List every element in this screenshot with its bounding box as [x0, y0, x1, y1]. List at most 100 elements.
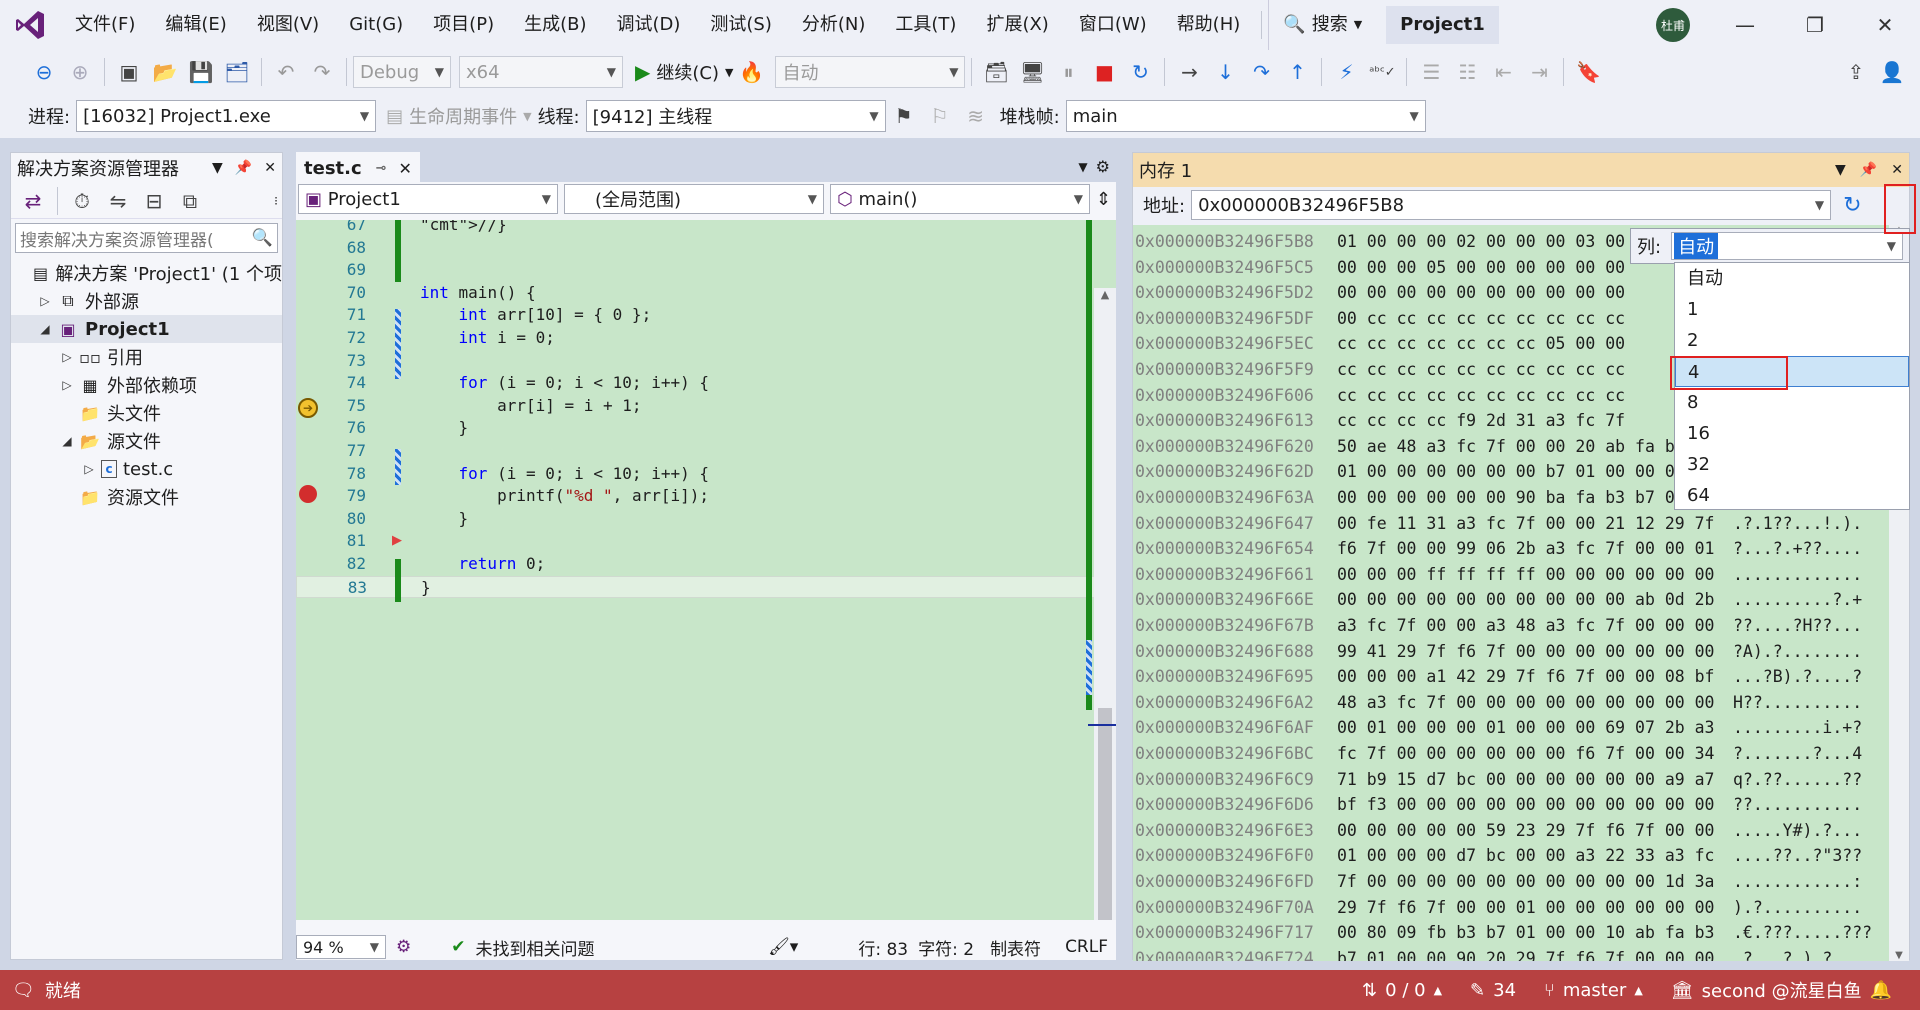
char-indicator[interactable]: 字符: 2	[918, 935, 974, 960]
memory-row[interactable]: 0x000000B32496F6E3 00 00 00 00 00 59 23 2…	[1135, 818, 1895, 844]
memory-row[interactable]: 0x000000B32496F724 b7 01 00 00 90 20 29 7…	[1135, 946, 1895, 961]
code-line[interactable]: 76 }	[296, 417, 1096, 440]
pause-icon[interactable]: ⏸	[1052, 56, 1084, 88]
tree-item[interactable]: ▷ ▦ 外部依赖项	[11, 371, 282, 399]
redo-icon[interactable]: ↷	[306, 56, 338, 88]
breakpoint-icon[interactable]	[299, 485, 317, 503]
scope-dropdown[interactable]: (全局范围) ▼	[564, 184, 824, 214]
menu-item[interactable]: 调试(D)	[602, 0, 696, 50]
save-all-icon[interactable]: 🗂	[221, 56, 253, 88]
column-option[interactable]: 32	[1675, 449, 1909, 480]
layout-icon[interactable]: 🖥	[1016, 56, 1048, 88]
code-line[interactable]: 69	[296, 259, 1096, 282]
eol-indicator[interactable]: CRLF	[1065, 937, 1108, 957]
menu-item[interactable]: 窗口(W)	[1064, 0, 1162, 50]
step-into-icon[interactable]: ↓	[1209, 56, 1241, 88]
forward-icon[interactable]: ⊕	[64, 56, 96, 88]
flag-icon[interactable]: ⚑	[888, 100, 920, 132]
stop-icon[interactable]: ■	[1088, 56, 1120, 88]
column-option[interactable]: 16	[1675, 418, 1909, 449]
menu-item[interactable]: 生成(B)	[509, 0, 601, 50]
tree-item[interactable]: ◢ ▣ Project1	[11, 315, 282, 343]
expander-icon[interactable]: ▷	[37, 294, 53, 308]
back-icon[interactable]: ⊖	[28, 56, 60, 88]
auto-dropdown[interactable]: 自动 ▼	[775, 56, 966, 88]
code-line[interactable]: 78 for (i = 0; i < 10; i++) {	[296, 463, 1096, 486]
close-icon[interactable]: ✕	[399, 159, 412, 178]
code-line[interactable]: 70 int main() {	[296, 282, 1096, 305]
code-line[interactable]: 81	[296, 530, 1096, 553]
code-line[interactable]: 75 arr[i] = i + 1;	[296, 395, 1096, 418]
flag-threads-icon[interactable]: ⚐	[924, 100, 956, 132]
memory-row[interactable]: 0x000000B32496F654 f6 7f 00 00 99 06 2b a…	[1135, 536, 1895, 562]
zoom-dropdown[interactable]: 94 % ▼	[296, 935, 386, 959]
memory-row[interactable]: 0x000000B32496F66E 00 00 00 00 00 00 00 0…	[1135, 587, 1895, 613]
line-indicator[interactable]: 行: 83	[858, 935, 908, 960]
minimize-icon[interactable]: —	[1710, 13, 1780, 37]
uncomment-icon[interactable]: ☷	[1451, 56, 1483, 88]
expander-icon[interactable]: ▷	[59, 350, 75, 364]
run-to-click-icon[interactable]: ▶	[392, 533, 402, 548]
code-line[interactable]: 83}	[296, 575, 1096, 599]
comment-icon[interactable]: ☰	[1415, 56, 1447, 88]
search-button[interactable]: 🔍 搜索 ▼	[1268, 0, 1376, 50]
memory-row[interactable]: 0x000000B32496F70A 29 7f f6 7f 00 00 01 0…	[1135, 895, 1895, 921]
memory-row[interactable]: 0x000000B32496F67B a3 fc 7f 00 00 a3 48 a…	[1135, 613, 1895, 639]
tree-item[interactable]: ▷ ▫▫ 引用	[11, 343, 282, 371]
configuration-dropdown[interactable]: Debug ▼	[353, 56, 451, 88]
restore-icon[interactable]: ❐	[1780, 13, 1850, 37]
tree-item[interactable]: 📁 资源文件	[11, 483, 282, 511]
pin-icon[interactable]: 📌	[235, 160, 252, 176]
cleanup-icon[interactable]: 🖌▾	[768, 937, 798, 957]
diagnostics-icon[interactable]: ⚡	[1330, 56, 1362, 88]
new-project-icon[interactable]: ▣	[113, 56, 145, 88]
split-icon[interactable]: ⇕	[1096, 189, 1111, 210]
show-all-files-icon[interactable]: ⧉	[174, 185, 206, 217]
code-area[interactable]: 67 "cmt">//} 68 69 70 int main() {71 int arr[…	[296, 220, 1116, 920]
show-threads-icon[interactable]: ≋	[960, 100, 992, 132]
memory-row[interactable]: 0x000000B32496F6A2 48 a3 fc 7f 00 00 00 0…	[1135, 690, 1895, 716]
repository-button[interactable]: 🏛 second @流星白鱼 🔔	[1671, 977, 1892, 1003]
column-option[interactable]: 1	[1675, 294, 1909, 325]
column-option[interactable]: 2	[1675, 325, 1909, 356]
lifecycle-events-button[interactable]: 生命周期事件	[409, 103, 517, 129]
menu-item[interactable]: 扩展(X)	[971, 0, 1063, 50]
columns-dropdown[interactable]: 自动 ▼	[1671, 232, 1903, 260]
solution-search-input[interactable]: 搜索解决方案资源管理器( 🔍	[15, 223, 278, 253]
pin-icon[interactable]: 📌	[1860, 162, 1877, 178]
menu-item[interactable]: Git(G)	[334, 0, 418, 50]
memory-row[interactable]: 0x000000B32496F6C9 71 b9 15 d7 bc 00 00 0…	[1135, 767, 1895, 793]
collapse-all-icon[interactable]: ⊟	[138, 185, 170, 217]
spell-check-icon[interactable]: ᵃᵇᶜ✓	[1366, 56, 1398, 88]
scroll-thumb[interactable]	[1098, 708, 1112, 920]
step-out-icon[interactable]: ↑	[1281, 56, 1313, 88]
tree-item[interactable]: ▷ ⧉ 外部源	[11, 287, 282, 315]
feedback-icon[interactable]: 👤	[1876, 56, 1908, 88]
indent-indicator[interactable]: 制表符	[990, 935, 1041, 960]
platform-dropdown[interactable]: x64 ▼	[459, 56, 623, 88]
code-line[interactable]: 73	[296, 350, 1096, 373]
menu-item[interactable]: 测试(S)	[695, 0, 786, 50]
scroll-down-icon[interactable]: ▼	[1889, 950, 1909, 961]
memory-row[interactable]: 0x000000B32496F695 00 00 00 a1 42 29 7f f…	[1135, 664, 1895, 690]
avatar[interactable]: 杜甫	[1656, 8, 1690, 42]
vs-switch-icon[interactable]: ⇄	[17, 185, 49, 217]
bookmark-icon[interactable]: 🔖	[1572, 56, 1604, 88]
tree-item[interactable]: ▷ c test.c	[11, 455, 282, 483]
memory-row[interactable]: 0x000000B32496F6D6 bf f3 00 00 00 00 00 0…	[1135, 792, 1895, 818]
output-icon[interactable]: 🗨	[12, 980, 35, 1001]
menu-item[interactable]: 帮助(H)	[1162, 0, 1256, 50]
gear-icon[interactable]: ⚙	[1096, 157, 1110, 176]
browse-icon[interactable]: 🗃	[980, 56, 1012, 88]
column-option[interactable]: 8	[1675, 387, 1909, 418]
overflow-icon[interactable]: ⁝	[274, 194, 278, 208]
expander-icon[interactable]: ◢	[37, 322, 53, 336]
memory-row[interactable]: 0x000000B32496F717 00 80 09 fb b3 b7 01 0…	[1135, 920, 1895, 946]
memory-row[interactable]: 0x000000B32496F688 99 41 29 7f f6 7f 00 0…	[1135, 639, 1895, 665]
expander-icon[interactable]: ▷	[81, 462, 97, 476]
open-folder-icon[interactable]: 📂	[149, 56, 181, 88]
expander-icon[interactable]: ◢	[59, 434, 75, 448]
editor-vertical-scrollbar[interactable]: ▲ ▼	[1094, 288, 1116, 920]
save-icon[interactable]: 💾	[185, 56, 217, 88]
stackframe-dropdown[interactable]: main ▼	[1065, 100, 1426, 132]
